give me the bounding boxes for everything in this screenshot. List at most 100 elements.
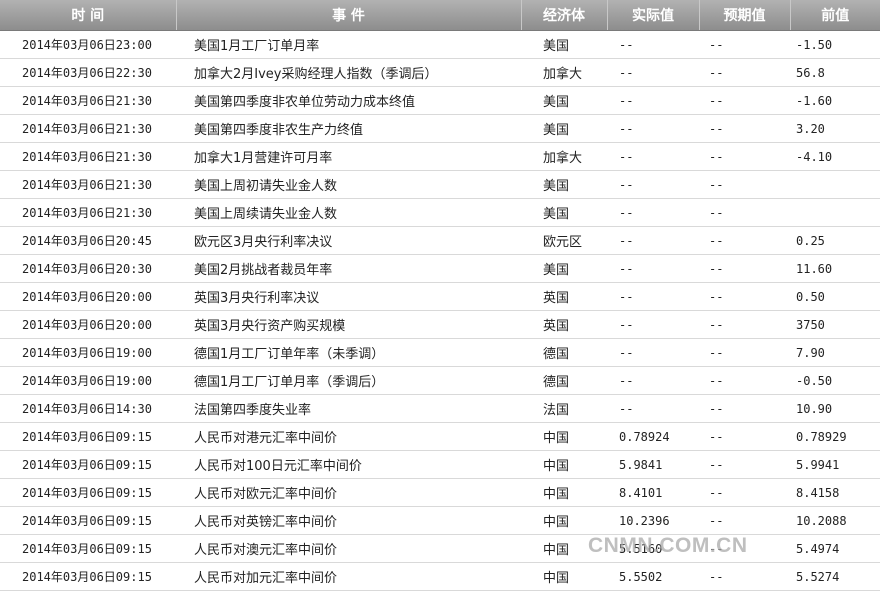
cell-previous: 11.60 <box>790 254 880 283</box>
cell-previous: -0.50 <box>790 366 880 395</box>
cell-actual: 5.5502 <box>607 562 699 591</box>
cell-previous: -1.60 <box>790 86 880 115</box>
cell-economy: 中国 <box>521 506 607 535</box>
table-row: 2014年03月06日21:30 美国第四季度非农生产力终值 美国 -- -- 3.20 <box>0 114 880 143</box>
cell-time: 2014年03月06日21:30 <box>0 142 176 171</box>
cell-economy: 英国 <box>521 310 607 339</box>
table-header: 时 间 事 件 经济体 实际值 预期值 前值 <box>0 0 880 31</box>
cell-previous: 56.8 <box>790 58 880 87</box>
cell-economy: 美国 <box>521 254 607 283</box>
header-economy: 经济体 <box>521 0 608 31</box>
cell-economy: 美国 <box>521 86 607 115</box>
cell-time: 2014年03月06日09:15 <box>0 422 176 451</box>
header-forecast: 预期值 <box>699 0 791 31</box>
cell-previous: 8.4158 <box>790 478 880 507</box>
table-row: 2014年03月06日23:00 美国1月工厂订单月率 美国 -- -- -1.50 <box>0 30 880 59</box>
cell-event: 加拿大2月Ivey采购经理人指数（季调后） <box>176 58 521 87</box>
cell-event: 人民币对澳元汇率中间价 <box>176 534 521 563</box>
cell-event: 美国1月工厂订单月率 <box>176 30 521 59</box>
cell-event: 加拿大1月营建许可月率 <box>176 142 521 171</box>
table-row: 2014年03月06日21:30 美国第四季度非农单位劳动力成本终值 美国 -- -- -… <box>0 86 880 115</box>
cell-actual: -- <box>607 254 699 283</box>
cell-forecast: -- <box>699 450 790 479</box>
table-row: 2014年03月06日21:30 美国上周初请失业金人数 美国 -- -- <box>0 170 880 199</box>
cell-previous: -1.50 <box>790 30 880 59</box>
table-row: 2014年03月06日09:15 人民币对澳元汇率中间价 中国 5.5160 -- 5.4… <box>0 534 880 563</box>
cell-time: 2014年03月06日22:30 <box>0 58 176 87</box>
cell-forecast: -- <box>699 142 790 171</box>
table-row: 2014年03月06日22:30 加拿大2月Ivey采购经理人指数（季调后） 加拿大… <box>0 58 880 87</box>
cell-economy: 中国 <box>521 422 607 451</box>
cell-event: 英国3月央行资产购买规模 <box>176 310 521 339</box>
cell-previous: 3750 <box>790 310 880 339</box>
cell-time: 2014年03月06日09:15 <box>0 450 176 479</box>
cell-forecast: -- <box>699 422 790 451</box>
cell-event: 人民币对英镑汇率中间价 <box>176 506 521 535</box>
table-row: 2014年03月06日21:30 美国上周续请失业金人数 美国 -- -- <box>0 198 880 227</box>
table-row: 2014年03月06日09:15 人民币对欧元汇率中间价 中国 8.4101 -- 8.4… <box>0 478 880 507</box>
cell-time: 2014年03月06日21:30 <box>0 86 176 115</box>
cell-event: 美国2月挑战者裁员年率 <box>176 254 521 283</box>
cell-previous: 10.90 <box>790 394 880 423</box>
cell-actual: -- <box>607 282 699 311</box>
cell-time: 2014年03月06日23:00 <box>0 30 176 59</box>
cell-previous: 0.25 <box>790 226 880 255</box>
table-row: 2014年03月06日09:15 人民币对英镑汇率中间价 中国 10.2396 -- 10… <box>0 506 880 535</box>
cell-actual: -- <box>607 30 699 59</box>
table-row: 2014年03月06日09:15 人民币对100日元汇率中间价 中国 5.9841 --… <box>0 450 880 479</box>
header-event: 事 件 <box>176 0 522 31</box>
cell-actual: 10.2396 <box>607 506 699 535</box>
cell-event: 美国第四季度非农生产力终值 <box>176 114 521 143</box>
cell-forecast: -- <box>699 282 790 311</box>
cell-previous: -4.10 <box>790 142 880 171</box>
cell-time: 2014年03月06日09:15 <box>0 534 176 563</box>
cell-event: 法国第四季度失业率 <box>176 394 521 423</box>
cell-economy: 加拿大 <box>521 142 607 171</box>
header-previous: 前值 <box>790 0 880 31</box>
cell-economy: 法国 <box>521 394 607 423</box>
cell-time: 2014年03月06日20:45 <box>0 226 176 255</box>
cell-forecast: -- <box>699 310 790 339</box>
cell-time: 2014年03月06日19:00 <box>0 338 176 367</box>
cell-forecast: -- <box>699 58 790 87</box>
cell-forecast: -- <box>699 338 790 367</box>
cell-previous: 5.5274 <box>790 562 880 591</box>
cell-actual: -- <box>607 58 699 87</box>
cell-economy: 美国 <box>521 198 607 227</box>
cell-actual: -- <box>607 310 699 339</box>
table-row: 2014年03月06日20:45 欧元区3月央行利率决议 欧元区 -- -- 0.25 <box>0 226 880 255</box>
cell-actual: -- <box>607 198 699 227</box>
cell-forecast: -- <box>699 394 790 423</box>
cell-event: 美国上周续请失业金人数 <box>176 198 521 227</box>
cell-event: 德国1月工厂订单月率（季调后） <box>176 366 521 395</box>
cell-time: 2014年03月06日20:00 <box>0 310 176 339</box>
cell-previous: 0.50 <box>790 282 880 311</box>
cell-economy: 欧元区 <box>521 226 607 255</box>
cell-previous: 7.90 <box>790 338 880 367</box>
cell-time: 2014年03月06日21:30 <box>0 170 176 199</box>
cell-time: 2014年03月06日21:30 <box>0 198 176 227</box>
cell-time: 2014年03月06日20:00 <box>0 282 176 311</box>
cell-forecast: -- <box>699 170 790 199</box>
cell-previous <box>790 170 880 199</box>
cell-time: 2014年03月06日09:15 <box>0 478 176 507</box>
cell-event: 美国第四季度非农单位劳动力成本终值 <box>176 86 521 115</box>
cell-economy: 德国 <box>521 366 607 395</box>
table-row: 2014年03月06日20:30 美国2月挑战者裁员年率 美国 -- -- 11.60 <box>0 254 880 283</box>
cell-event: 人民币对港元汇率中间价 <box>176 422 521 451</box>
cell-forecast: -- <box>699 226 790 255</box>
cell-event: 美国上周初请失业金人数 <box>176 170 521 199</box>
table-row: 2014年03月06日21:30 加拿大1月营建许可月率 加拿大 -- -- -4.10 <box>0 142 880 171</box>
cell-actual: 0.78924 <box>607 422 699 451</box>
cell-forecast: -- <box>699 86 790 115</box>
cell-actual: 8.4101 <box>607 478 699 507</box>
cell-economy: 美国 <box>521 30 607 59</box>
cell-event: 德国1月工厂订单年率（未季调） <box>176 338 521 367</box>
cell-actual: -- <box>607 142 699 171</box>
cell-event: 英国3月央行利率决议 <box>176 282 521 311</box>
cell-time: 2014年03月06日19:00 <box>0 366 176 395</box>
cell-forecast: -- <box>699 506 790 535</box>
cell-event: 欧元区3月央行利率决议 <box>176 226 521 255</box>
cell-forecast: -- <box>699 366 790 395</box>
cell-forecast: -- <box>699 562 790 591</box>
